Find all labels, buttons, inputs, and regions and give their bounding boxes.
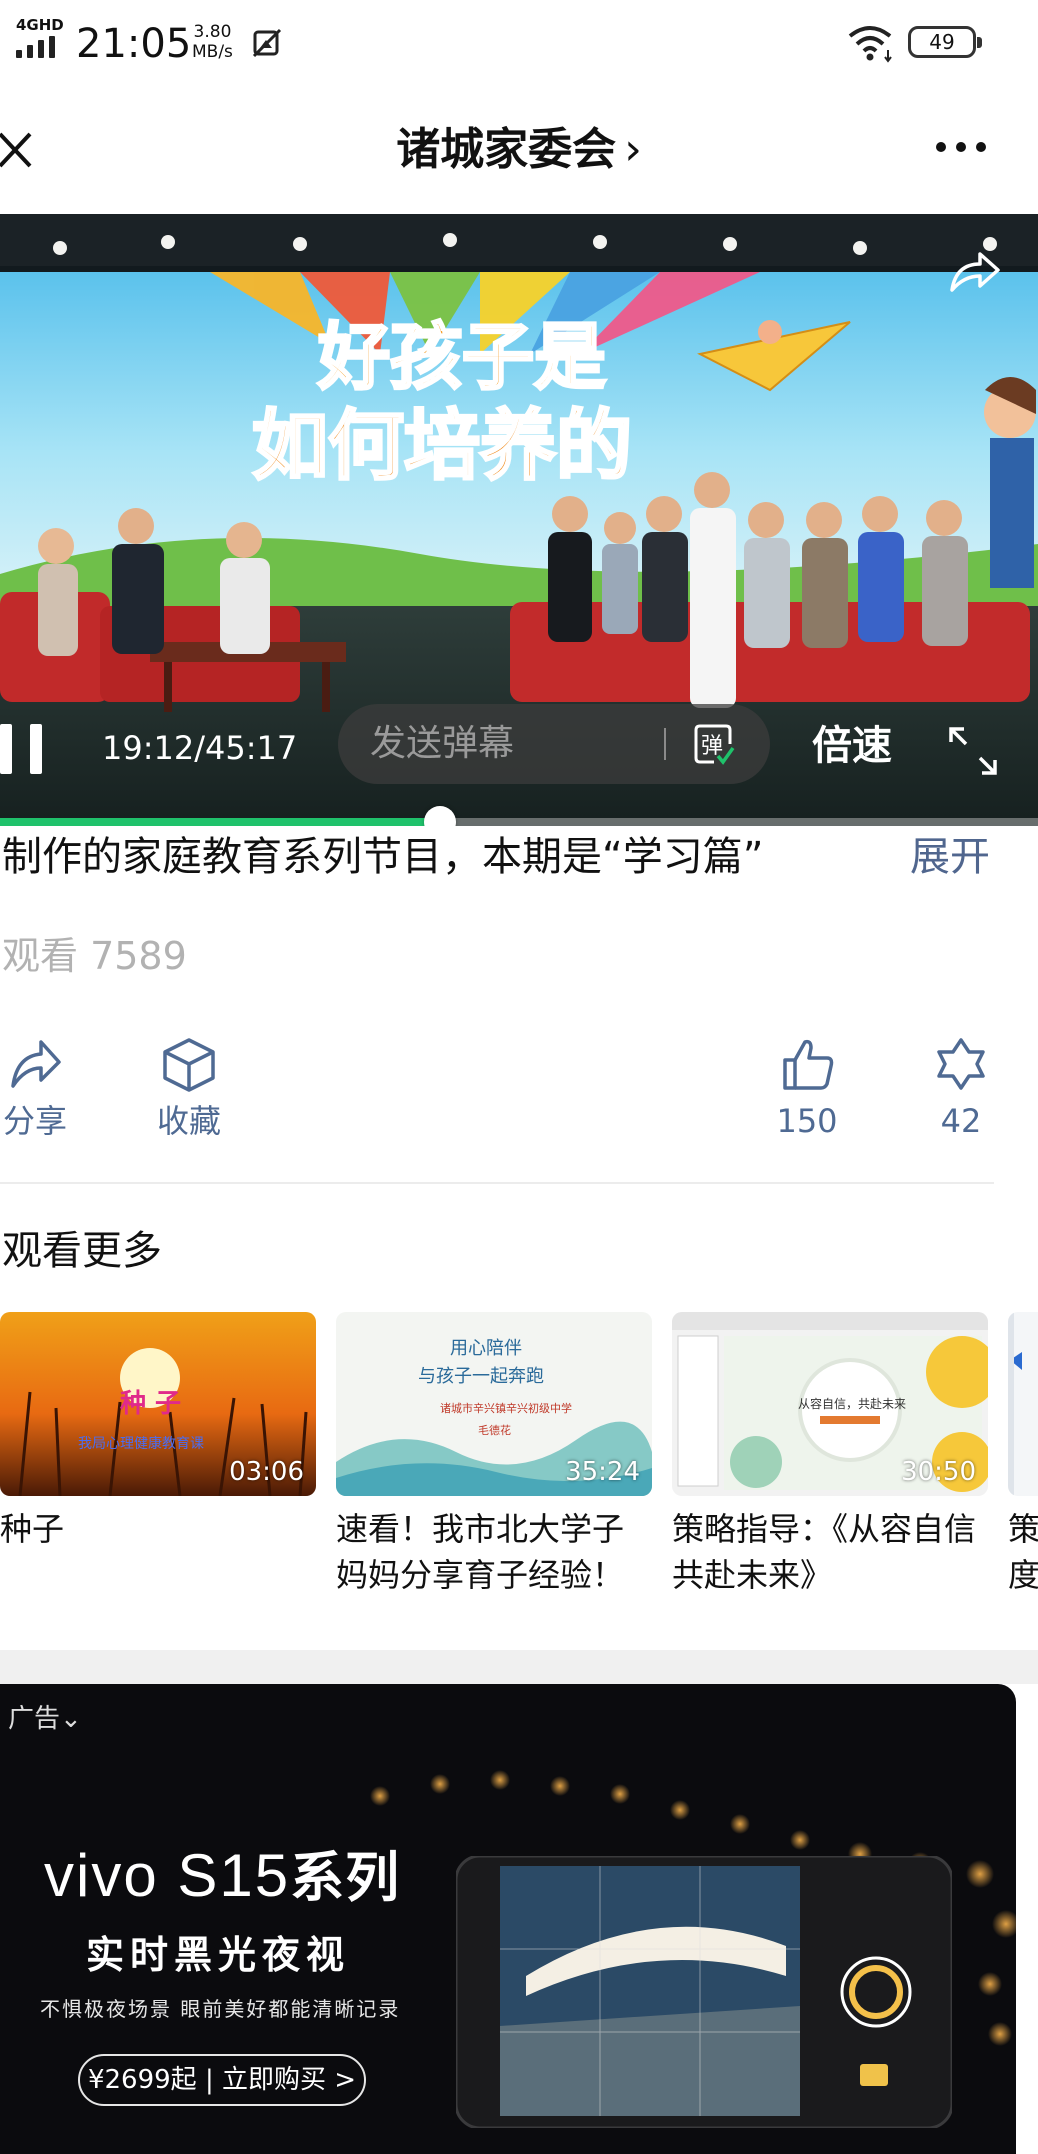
video-duration: 30:50: [901, 1457, 976, 1487]
share-button[interactable]: 分享: [0, 1036, 90, 1156]
status-bar: 4GHD 21:05 3.80 MB/s 49: [0, 0, 1038, 88]
favorite-label: 收藏: [156, 1102, 221, 1140]
ad-banner[interactable]: 广告⌄ vivo S15系列 实时黑光夜视 不惧极夜场景 眼前美好都能清晰记录 …: [0, 1684, 1016, 2154]
action-row: 分享 收藏 150 42: [0, 1036, 1038, 1156]
thumbnail-caption: 与孩子一起奔跑: [418, 1366, 544, 1387]
share-icon: [11, 1040, 61, 1088]
speed-value: 3.80: [193, 22, 232, 42]
thumbnail-image: [1008, 1312, 1038, 1496]
chevron-right-icon: ›: [624, 124, 642, 175]
player-controls: 19:12/45:17 发送弹幕 弹 倍速: [0, 704, 1038, 784]
more-videos-heading: 观看更多: [2, 1228, 162, 1274]
account-name: 诸城家委会: [396, 124, 617, 175]
video-card-title[interactable]: 速看！我市北大学子妈妈分享育子经验！: [336, 1506, 646, 1598]
share-label: 分享: [2, 1102, 67, 1140]
danmu-divider: [664, 728, 666, 760]
thumbnail-caption: 种 子: [120, 1389, 181, 1419]
brand-logo: vivo S15: [44, 1842, 291, 1909]
like-count: 150: [776, 1102, 838, 1140]
buy-now-button[interactable]: ¥2699起 | 立即购买 >: [78, 2054, 366, 2106]
video-thumbnail[interactable]: 用心陪伴 与孩子一起奔跑 诸城市辛兴镇辛兴初级中学 毛德花 35:24: [336, 1312, 652, 1496]
chevron-down-icon: ⌄: [60, 1704, 82, 1734]
video-duration: 03:06: [229, 1457, 304, 1487]
speed-unit: MB/s: [192, 42, 233, 62]
danmu-icon[interactable]: 弹: [690, 722, 736, 768]
ad-headline: 实时黑光夜视: [86, 1933, 351, 1977]
thumbnail-subcaption: 我局心理健康教育课: [78, 1435, 204, 1452]
network-type: 4GHD: [16, 16, 64, 34]
video-card[interactable]: 策度: [1008, 1312, 1038, 1598]
ad-label[interactable]: 广告⌄: [8, 1702, 82, 1736]
screen-title-line1: 好孩子是: [317, 315, 606, 399]
looking-button[interactable]: 42: [906, 1036, 1016, 1156]
section-divider: [0, 1650, 1038, 1684]
thumbnail-subcaption: 毛德花: [478, 1423, 511, 1437]
phone-image: [456, 1856, 952, 2128]
like-button[interactable]: 150: [752, 1036, 862, 1156]
nav-bar: 诸城家委会 ›: [0, 88, 1038, 214]
looking-count: 42: [940, 1102, 982, 1140]
more-icon[interactable]: [936, 142, 986, 152]
video-thumbnail[interactable]: 从容自信，共赴未来 30:50: [672, 1312, 988, 1496]
pause-icon[interactable]: [0, 724, 46, 774]
cta-price: ¥2699起: [87, 2065, 197, 2095]
recommendation-row[interactable]: 种 子 我局心理健康教育课 03:06 种子 用心陪伴 与孩子一起奔跑 诸城市辛…: [0, 1312, 1038, 1612]
video-card-title[interactable]: 种子: [0, 1506, 310, 1552]
cta-separator: |: [204, 2065, 214, 2095]
playback-time: 19:12/45:17: [102, 729, 298, 767]
danmu-input[interactable]: 发送弹幕 弹: [338, 704, 770, 784]
ad-label-text: 广告: [8, 1704, 61, 1734]
video-thumbnail[interactable]: 种 子 我局心理健康教育课 03:06: [0, 1312, 316, 1496]
ad-brand: vivo S15系列: [44, 1844, 400, 1910]
view-count: 观看 7589: [2, 934, 187, 978]
video-card[interactable]: 用心陪伴 与孩子一起奔跑 诸城市辛兴镇辛兴初级中学 毛德花 35:24 速看！我…: [336, 1312, 652, 1598]
share-icon[interactable]: [948, 250, 1000, 294]
video-card-title[interactable]: 策度: [1008, 1506, 1038, 1598]
cta-text: 立即购买 >: [221, 2065, 357, 2095]
thumbnail-subcaption: 诸城市辛兴镇辛兴初级中学: [440, 1401, 572, 1415]
account-title[interactable]: 诸城家委会 ›: [0, 122, 1038, 178]
battery-icon: 49: [908, 26, 982, 58]
video-description: 制作的家庭教育系列节目，本期是“学习篇” 展开: [0, 826, 1038, 888]
ad-subline: 不惧极夜场景 眼前美好都能清晰记录: [40, 1997, 401, 2021]
clock: 21:05: [76, 21, 192, 67]
expand-link[interactable]: 展开: [910, 830, 990, 884]
signal-icon: [16, 36, 55, 58]
progress-bar[interactable]: [0, 806, 1038, 826]
divider: [0, 1182, 994, 1184]
progress-fill: [0, 818, 441, 826]
video-player[interactable]: 好孩子是 如何培养的 19:12/45:17 发送弹幕 弹 倍速: [0, 214, 1038, 826]
description-text: 制作的家庭教育系列节目，本期是“学习篇”: [2, 834, 764, 880]
thumbs-up-icon: [783, 1039, 834, 1090]
network-speed: 3.80 MB/s: [192, 22, 233, 62]
speed-button[interactable]: 倍速: [812, 722, 892, 770]
danmu-icon-label: 弹: [701, 734, 723, 759]
wifi-icon: [848, 26, 892, 63]
thumbnail-caption: 用心陪伴: [450, 1338, 522, 1359]
favorite-button[interactable]: 收藏: [134, 1036, 244, 1156]
danmu-placeholder: 发送弹幕: [370, 723, 515, 764]
looking-icon: [937, 1038, 985, 1090]
favorite-icon: [163, 1038, 215, 1092]
thumbnail-caption: 从容自信，共赴未来: [798, 1396, 906, 1411]
video-card[interactable]: 种 子 我局心理健康教育课 03:06 种子: [0, 1312, 316, 1552]
screen-title-line2: 如何培养的: [252, 401, 632, 490]
video-card[interactable]: 从容自信，共赴未来 30:50 策略指导：《从容自信 共赴未来》: [672, 1312, 988, 1598]
fullscreen-icon[interactable]: [948, 726, 998, 776]
screenshot-icon: [252, 28, 282, 58]
video-duration: 35:24: [565, 1457, 640, 1487]
video-card-title[interactable]: 策略指导：《从容自信 共赴未来》: [672, 1506, 982, 1598]
brand-suffix: 系列: [290, 1846, 401, 1909]
video-thumbnail[interactable]: [1008, 1312, 1038, 1496]
